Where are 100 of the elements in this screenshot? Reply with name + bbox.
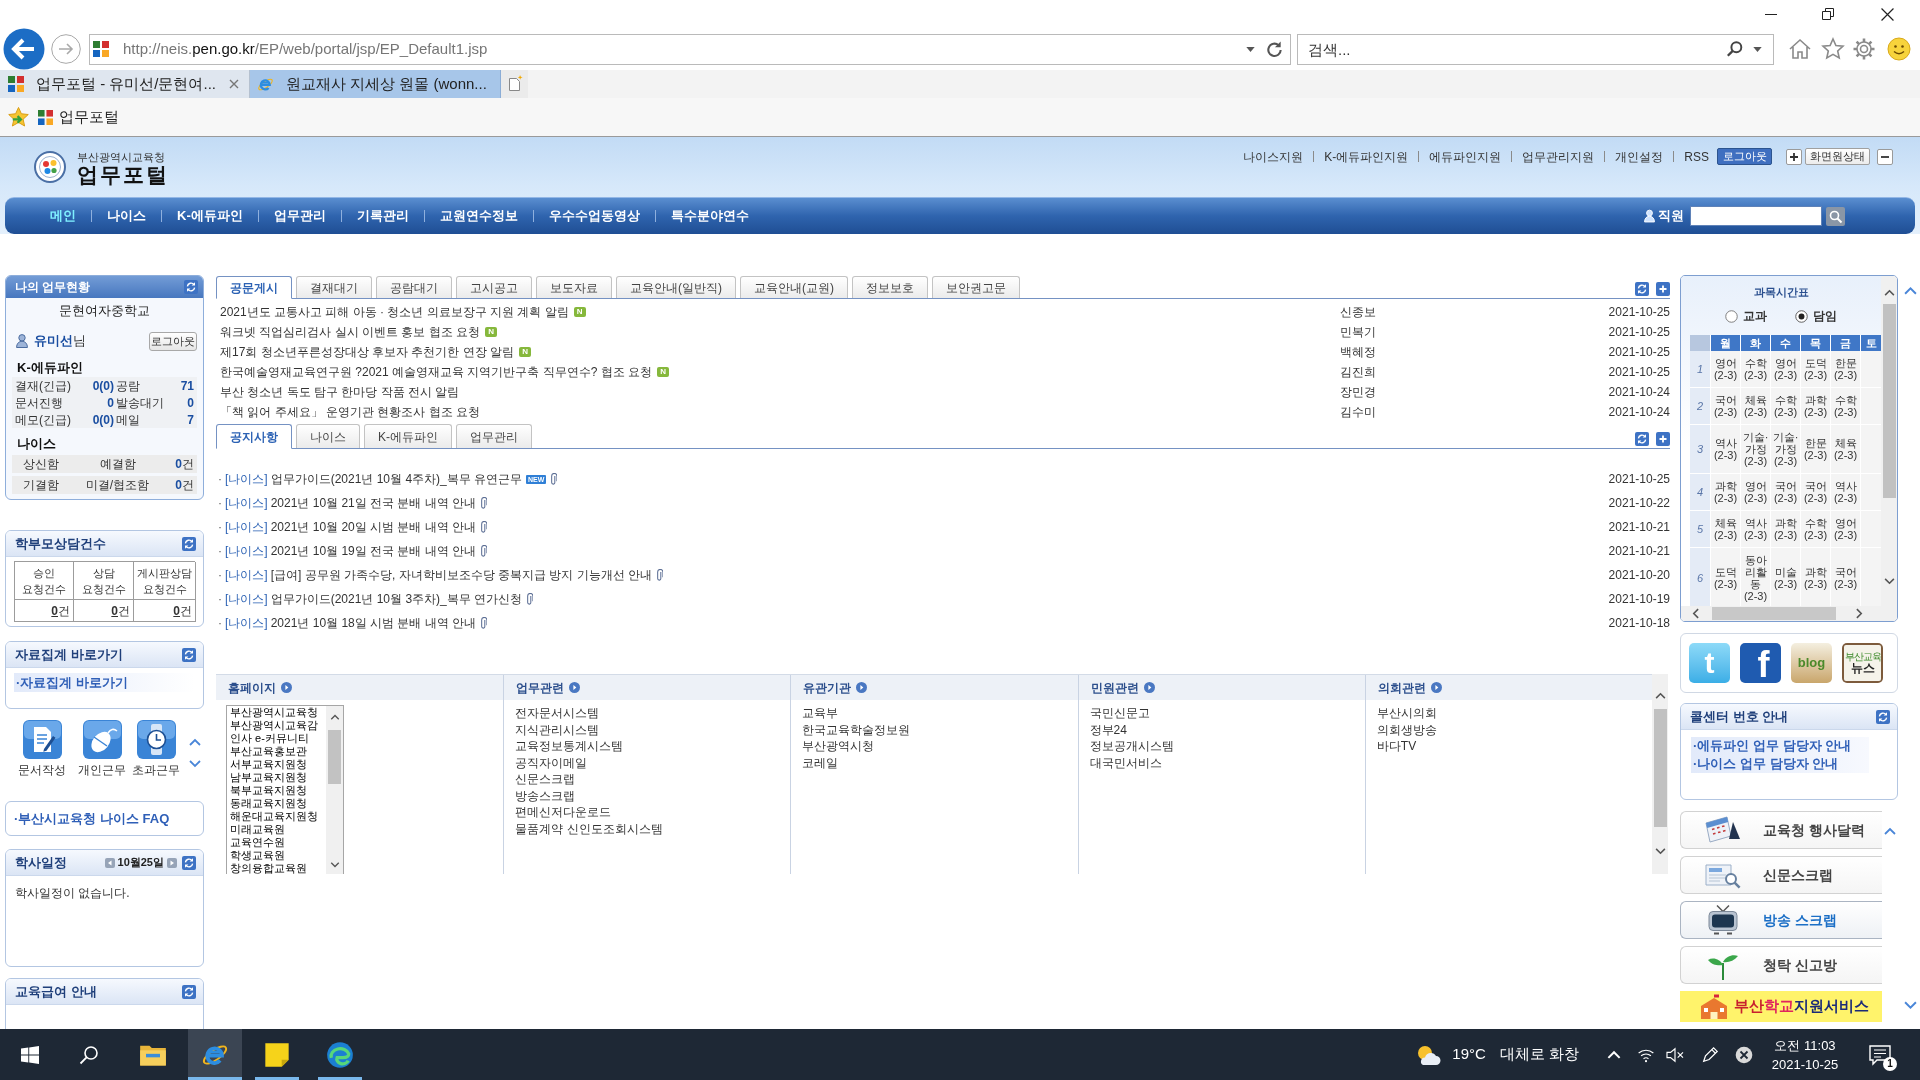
list-option[interactable]: 창의융합교육원 <box>230 862 326 874</box>
stat-value[interactable]: 7 <box>170 411 197 429</box>
link-item[interactable]: 신문스크랩 <box>515 771 576 788</box>
notification-icon[interactable] <box>1868 1042 1892 1067</box>
link-item[interactable]: 지식관리시스템 <box>515 721 600 738</box>
refresh-icon[interactable] <box>182 984 196 999</box>
link-item[interactable]: 국민신문고 <box>1089 705 1150 722</box>
tab[interactable]: 나이스 <box>296 424 360 448</box>
link-item[interactable]: 부산시의회 <box>1376 705 1437 722</box>
scroll-up-icon[interactable] <box>329 714 340 720</box>
shortcut-link[interactable]: 문서작성 <box>15 720 69 777</box>
header-link[interactable]: RSS <box>1684 147 1709 166</box>
list-option[interactable]: 인사 e-커뮤니티 <box>230 732 326 745</box>
tab[interactable]: K-에듀파인 <box>364 424 452 448</box>
tab[interactable]: 교육안내(교원) <box>740 276 848 298</box>
radio-button[interactable] <box>1725 309 1738 323</box>
header-link[interactable]: K-에듀파인지원 <box>1324 147 1409 166</box>
scroll-up-icon[interactable] <box>1654 692 1666 699</box>
refresh-icon[interactable] <box>182 647 196 662</box>
link-item[interactable]: 교육정보통계시스템 <box>515 738 624 755</box>
tab[interactable]: 업무관리 <box>456 424 532 448</box>
tab[interactable]: 보도자료 <box>536 276 612 298</box>
minus-icon[interactable] <box>1877 148 1893 165</box>
stat-value[interactable]: 0 <box>170 394 197 412</box>
link-item[interactable]: 정보공개시스템 <box>1089 738 1174 755</box>
refresh-icon[interactable] <box>184 280 198 294</box>
category-link[interactable]: [나이스] <box>225 566 268 584</box>
close-circle-icon[interactable] <box>1735 1045 1753 1064</box>
column-title[interactable]: 홈페이지 <box>228 678 276 697</box>
quick-menu-button[interactable]: 청탁 신고방 <box>1680 946 1882 984</box>
next-icon[interactable] <box>167 857 177 868</box>
staff-search-field[interactable] <box>1690 206 1822 226</box>
volume-muted-icon[interactable] <box>1665 1046 1685 1063</box>
close-icon[interactable] <box>1881 7 1894 21</box>
list-option[interactable]: 부산광역시교육청 <box>230 706 326 719</box>
settings-icon[interactable] <box>1852 37 1876 61</box>
nav-link[interactable]: 메인 <box>50 206 76 226</box>
scroll-down-icon[interactable] <box>1883 578 1895 585</box>
tab[interactable]: 공지사항 <box>216 424 292 449</box>
link-item[interactable]: 부산광역시청 <box>802 738 875 755</box>
notice-title[interactable]: 2021년 10월 21일 전국 분배 내역 안내 <box>270 494 477 512</box>
refresh-icon[interactable] <box>182 855 196 870</box>
notice-title[interactable]: [급여] 공무원 가족수당, 자녀학비보조수당 중복지급 방지 기능개선 안내 <box>270 566 652 584</box>
link-item[interactable]: 코레일 <box>802 754 839 771</box>
category-link[interactable]: [나이스] <box>225 590 268 608</box>
listbox[interactable]: 부산광역시교육청 부산광역시교육감 인사 e-커뮤니티 부산교육홍보관 서부교육지원청 남부교육지원청 북부교육지원청 동래교육지원청 해운대교육지원청 미래교육원 교육연수원 학생교육원 창의융합교육원 <box>226 705 344 874</box>
logout-button[interactable]: 로그아웃 <box>149 331 197 351</box>
nav-link[interactable]: 기록관리 <box>356 206 409 226</box>
refresh-icon[interactable] <box>1876 709 1890 724</box>
arrow-circle-icon[interactable] <box>1430 682 1442 693</box>
favorites-star-icon[interactable] <box>7 105 30 129</box>
tab[interactable]: 정보보호 <box>852 276 928 298</box>
link-item[interactable]: 대국민서비스 <box>1089 754 1162 771</box>
new-tab-icon[interactable] <box>501 70 528 98</box>
scroll-right-icon[interactable] <box>1856 608 1863 619</box>
previous-icon[interactable] <box>104 857 115 868</box>
radio-option[interactable]: 교과 <box>1725 307 1767 325</box>
reset-button[interactable]: 화면원상태 <box>1805 148 1870 165</box>
arrow-circle-icon[interactable] <box>569 682 581 693</box>
search-icon[interactable] <box>79 1044 99 1065</box>
header-link[interactable]: 나이스지원 <box>1243 147 1304 166</box>
column-title[interactable]: 유관기관 <box>803 678 852 697</box>
news-link[interactable]: 부산교육 뉴스 <box>1842 643 1883 683</box>
column-title[interactable]: 민원관련 <box>1090 678 1139 697</box>
list-option[interactable]: 학생교육원 <box>230 849 326 862</box>
tab[interactable]: 보안권고문 <box>932 276 1020 298</box>
clock[interactable]: 오전 11:03 2021-10-25 <box>1768 1035 1842 1074</box>
document-title[interactable]: 「책 읽어 주세요」 운영기관 현황조사 협조 요청 <box>220 403 480 421</box>
list-option[interactable]: 동래교육지원청 <box>230 797 326 810</box>
dropdown-caret-icon[interactable] <box>1753 46 1762 52</box>
scroll-up-icon[interactable] <box>1883 289 1895 296</box>
document-title[interactable]: 2021년도 교통사고 피해 아동 · 청소년 의료보장구 지원 계획 알림 <box>220 303 569 321</box>
search-input[interactable]: 검색... <box>1298 34 1726 64</box>
document-title[interactable]: 부산 청소년 독도 탐구 한마당 작품 전시 알림 <box>220 383 460 401</box>
tab[interactable]: 결재대기 <box>296 276 372 298</box>
notice-title[interactable]: 2021년 10월 19일 전국 분배 내역 안내 <box>270 542 477 560</box>
list-option[interactable]: 북부교육지원청 <box>230 784 326 797</box>
stat-value[interactable]: 71 <box>170 377 197 395</box>
nav-link[interactable]: 나이스 <box>107 206 146 226</box>
nav-link[interactable]: 교원연수정보 <box>439 206 518 226</box>
header-link[interactable]: 업무관리지원 <box>1522 147 1595 166</box>
scrollbar-thumb[interactable] <box>328 730 341 784</box>
search-bar[interactable]: 검색... <box>1297 33 1774 65</box>
notice-title[interactable]: 업무가이드(2021년 10월 4주차)_복무 유연근무 <box>270 470 523 488</box>
document-title[interactable]: 제17회 청소년푸른성장대상 후보자 추천기한 연장 알림 <box>220 343 515 361</box>
list-option[interactable]: 남부교육지원청 <box>230 771 326 784</box>
radio-option[interactable]: 담임 <box>1795 307 1837 325</box>
windows-icon[interactable] <box>21 1045 39 1064</box>
scroll-up-icon[interactable] <box>1884 827 1896 835</box>
link-item[interactable]: 정부24 <box>1089 721 1127 738</box>
link-item[interactable]: 공직자이메일 <box>515 754 588 771</box>
link-item[interactable]: 물품계약 신인도조회시스템 <box>515 820 663 837</box>
weather-text[interactable]: 대체로 화창 <box>1499 1043 1579 1066</box>
header-link[interactable]: 개인설정 <box>1615 147 1664 166</box>
browser-tab[interactable]: 업무포털 - 유미선/문현여... <box>0 70 250 98</box>
link-item[interactable]: 한국교육학술정보원 <box>802 721 911 738</box>
column-title[interactable]: 업무관련 <box>516 678 565 697</box>
weather-icon[interactable] <box>1415 1043 1442 1066</box>
favorite-link[interactable]: 업무포털 <box>38 105 119 129</box>
category-link[interactable]: [나이스] <box>225 494 268 512</box>
